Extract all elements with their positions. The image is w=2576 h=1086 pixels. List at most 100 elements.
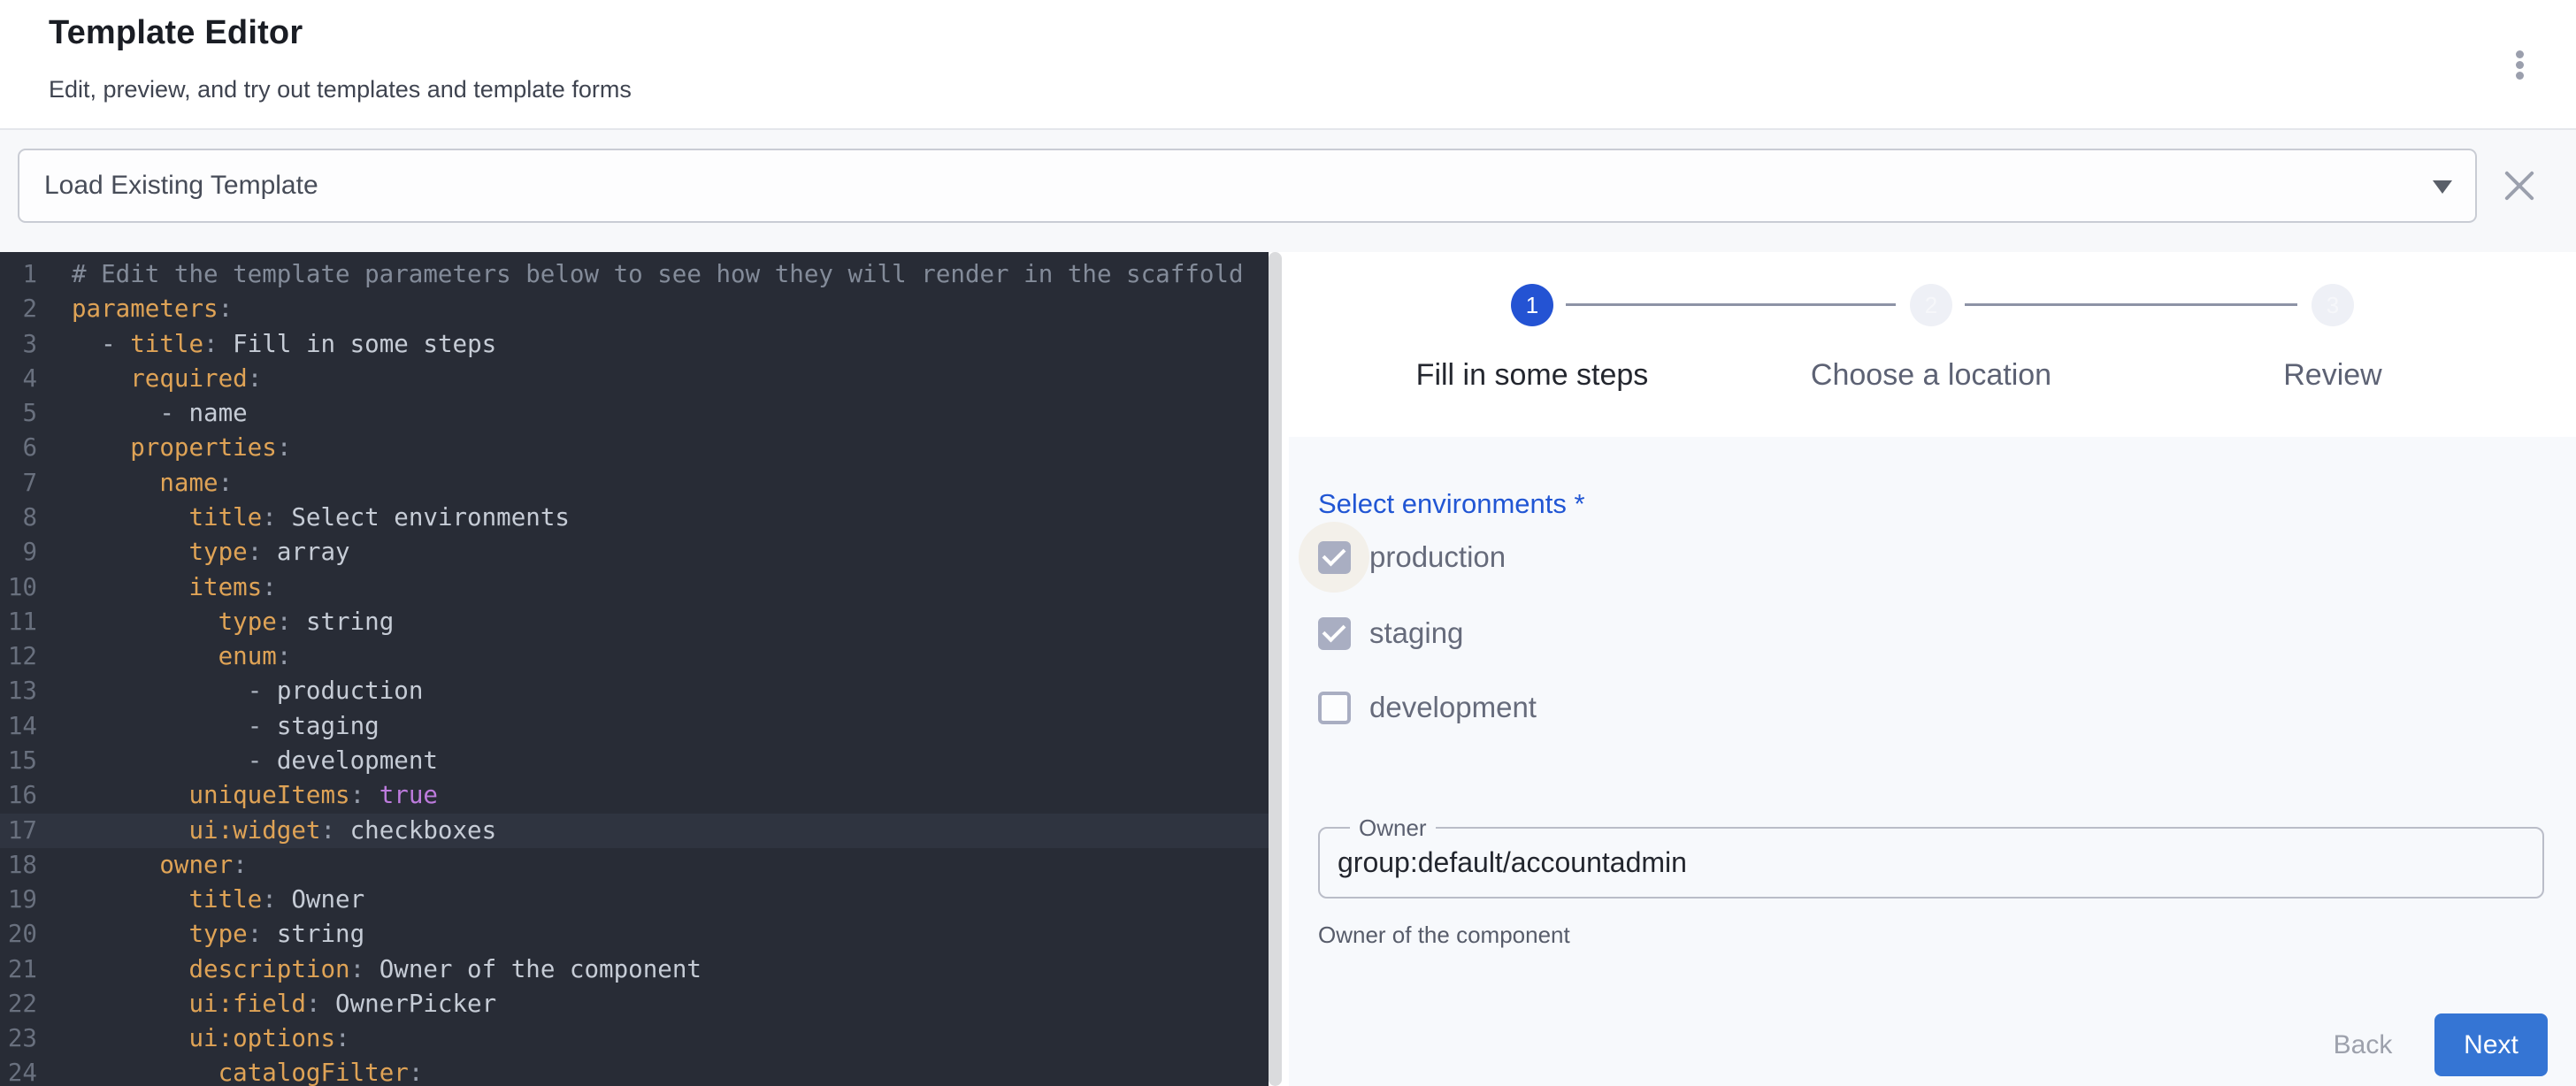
step-circle: 2 xyxy=(1910,284,1952,326)
header: Template Editor Edit, preview, and try o… xyxy=(0,0,2576,129)
line-number: 5 xyxy=(0,396,37,431)
step-label: Fill in some steps xyxy=(1346,358,1718,393)
code-line[interactable]: 10 items: xyxy=(0,570,1269,605)
code-line[interactable]: 19 title: Owner xyxy=(0,883,1269,917)
code-line[interactable]: 5 - name xyxy=(0,396,1269,431)
checkbox-label: staging xyxy=(1369,616,1463,650)
code-line[interactable]: 16 uniqueItems: true xyxy=(0,778,1269,813)
owner-input[interactable] xyxy=(1338,846,2514,879)
line-number: 23 xyxy=(0,1021,37,1056)
code-line[interactable]: 20 type: string xyxy=(0,917,1269,952)
step-connector xyxy=(1566,303,1896,306)
kebab-menu-icon xyxy=(2516,50,2524,58)
line-number: 9 xyxy=(0,535,37,570)
load-template-toolbar: Load Existing Template xyxy=(0,128,2576,252)
code-text: ui:options: xyxy=(72,1021,350,1056)
code-text: type: array xyxy=(72,535,350,570)
code-line[interactable]: 14 - staging xyxy=(0,709,1269,744)
code-text: ui:field: OwnerPicker xyxy=(72,987,496,1021)
load-existing-template-select[interactable]: Load Existing Template xyxy=(18,149,2477,223)
page-title: Template Editor xyxy=(49,14,303,52)
step-label: Review xyxy=(2147,358,2518,393)
code-text: - name xyxy=(72,396,248,431)
next-button[interactable]: Next xyxy=(2434,1013,2548,1076)
code-line[interactable]: 2 parameters: xyxy=(0,292,1269,326)
line-number: 4 xyxy=(0,362,37,396)
code-text: title: Owner xyxy=(72,883,364,917)
line-number: 7 xyxy=(0,466,37,501)
required-asterisk: * xyxy=(1575,488,1585,519)
code-line[interactable]: 18 owner: xyxy=(0,848,1269,883)
code-text: name: xyxy=(72,466,233,501)
code-text: - staging xyxy=(72,709,380,744)
code-text: enum: xyxy=(72,639,291,674)
code-editor[interactable]: 1 # Edit the template parameters below to… xyxy=(0,252,1269,1086)
stepper: 1 Fill in some steps 2 Choose a location 3 Re… xyxy=(1283,252,2576,437)
line-number: 14 xyxy=(0,709,37,744)
line-number: 1 xyxy=(0,257,37,292)
checkbox-checked-icon[interactable] xyxy=(1318,617,1351,650)
code-line[interactable]: 11 type: string xyxy=(0,605,1269,639)
step-connector xyxy=(1965,303,2297,306)
line-number: 13 xyxy=(0,674,37,708)
code-line[interactable]: 22 ui:field: OwnerPicker xyxy=(0,987,1269,1021)
app: { "header": { "title": "Template Editor"… xyxy=(0,0,2576,1086)
close-button[interactable] xyxy=(2500,166,2539,205)
chevron-down-icon xyxy=(2433,180,2452,194)
kebab-menu-icon xyxy=(2516,61,2524,69)
code-text: title: Select environments xyxy=(72,501,570,535)
checkbox-row: staging xyxy=(1318,612,1463,654)
code-text: # Edit the template parameters below to … xyxy=(72,257,1244,292)
line-number: 3 xyxy=(0,327,37,362)
code-line[interactable]: 8 title: Select environments xyxy=(0,501,1269,535)
step-circle: 3 xyxy=(2312,284,2354,326)
code-line[interactable]: 1 # Edit the template parameters below to… xyxy=(0,257,1269,292)
line-number: 8 xyxy=(0,501,37,535)
line-number: 17 xyxy=(0,814,37,848)
line-number: 20 xyxy=(0,917,37,952)
select-environments-label: Select environments * xyxy=(1318,488,1585,520)
code-line[interactable]: 4 required: xyxy=(0,362,1269,396)
editor-scrollbar[interactable] xyxy=(1269,252,1282,1086)
line-number: 2 xyxy=(0,292,37,326)
code-line[interactable]: 21 description: Owner of the component xyxy=(0,952,1269,987)
code-line[interactable]: 17 ui:widget: checkboxes xyxy=(0,814,1269,848)
step-circle: 1 xyxy=(1511,284,1553,326)
code-line[interactable]: 23 ui:options: xyxy=(0,1021,1269,1056)
code-text: parameters: xyxy=(72,292,233,326)
line-number: 24 xyxy=(0,1056,37,1086)
code-text: uniqueItems: true xyxy=(72,778,438,813)
group-label-text: Select environments xyxy=(1318,488,1567,519)
checkbox-checked-icon[interactable] xyxy=(1318,541,1351,574)
line-number: 18 xyxy=(0,848,37,883)
code-line[interactable]: 13 - production xyxy=(0,674,1269,708)
line-number: 11 xyxy=(0,605,37,639)
line-number: 15 xyxy=(0,744,37,778)
code-text: - development xyxy=(72,744,438,778)
back-button[interactable]: Back xyxy=(2314,1013,2411,1076)
step-label: Choose a location xyxy=(1745,358,2117,393)
code-line[interactable]: 6 properties: xyxy=(0,431,1269,465)
code-text: owner: xyxy=(72,848,248,883)
line-number: 12 xyxy=(0,639,37,674)
line-number: 6 xyxy=(0,431,37,465)
checkbox-row: development xyxy=(1318,686,1537,729)
kebab-menu-button[interactable] xyxy=(2495,35,2544,94)
checkbox-unchecked-icon[interactable] xyxy=(1318,692,1351,724)
code-line[interactable]: 7 name: xyxy=(0,466,1269,501)
preview-panel: 1 Fill in some steps 2 Choose a location 3 Re… xyxy=(1283,252,2576,1086)
code-text: properties: xyxy=(72,431,291,465)
code-text: ui:widget: checkboxes xyxy=(72,814,496,848)
code-line[interactable]: 15 - development xyxy=(0,744,1269,778)
line-number: 22 xyxy=(0,987,37,1021)
code-text: type: string xyxy=(72,917,364,952)
code-text: description: Owner of the component xyxy=(72,952,702,987)
line-number: 21 xyxy=(0,952,37,987)
owner-helper-text: Owner of the component xyxy=(1318,922,1570,949)
code-line[interactable]: 3 - title: Fill in some steps xyxy=(0,327,1269,362)
code-line[interactable]: 9 type: array xyxy=(0,535,1269,570)
code-text: - production xyxy=(72,674,423,708)
code-line[interactable]: 12 enum: xyxy=(0,639,1269,674)
code-text: items: xyxy=(72,570,277,605)
code-line[interactable]: 24 catalogFilter: xyxy=(0,1056,1269,1086)
